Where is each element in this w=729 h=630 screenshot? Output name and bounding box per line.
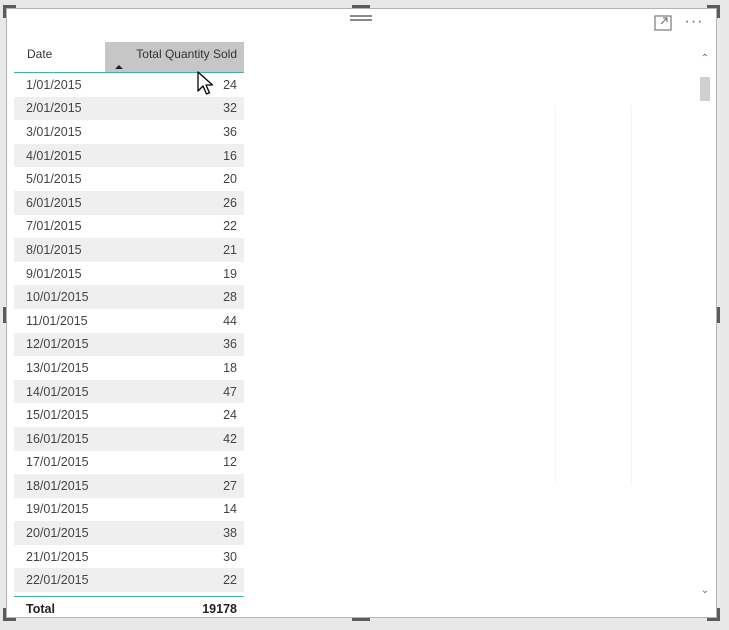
table-visual[interactable]: ··· Date Total Quantity Sold 1/01/2015 24… [3,5,720,621]
table-row[interactable]: 11/01/2015 44 [14,309,244,333]
scroll-down-icon[interactable]: ⌄ [698,585,712,597]
mouse-pointer-icon [197,71,215,97]
table-row[interactable]: 14/01/2015 47 [14,379,244,404]
column-header-date[interactable]: Date [14,42,105,72]
cell-date: 19/01/2015 [26,502,89,517]
cell-total-quantity-sold: 32 [223,101,237,116]
cell-date: 20/01/2015 [26,526,89,541]
cell-total-quantity-sold: 36 [223,124,237,139]
cell-date: 2/01/2015 [26,101,82,116]
cell-date: 9/01/2015 [26,266,82,281]
cell-total-quantity-sold: 20 [223,172,237,187]
cell-date: 16/01/2015 [26,431,89,446]
cell-total-quantity-sold: 36 [223,337,237,352]
sort-ascending-icon [115,65,123,69]
cell-date: 8/01/2015 [26,242,82,257]
vertical-scrollbar[interactable]: ⌃ ⌄ [698,53,712,597]
total-value: 19178 [202,602,237,617]
scroll-up-icon[interactable]: ⌃ [698,53,712,65]
cell-date: 4/01/2015 [26,148,82,163]
cell-date: 13/01/2015 [26,360,89,375]
resize-handle-top-left[interactable] [3,5,16,18]
scrollbar-thumb[interactable] [700,77,710,101]
cell-date: 11/01/2015 [26,313,88,328]
table-total-row: Total 19178 [14,596,244,621]
cell-date: 21/01/2015 [26,549,89,564]
cell-date: 14/01/2015 [26,384,89,399]
cell-total-quantity-sold: 22 [223,573,237,588]
table-row[interactable]: 4/01/2015 16 [14,143,244,168]
cell-date: 5/01/2015 [26,172,82,187]
more-options-icon[interactable]: ··· [682,13,706,31]
cell-total-quantity-sold: 28 [223,290,237,305]
cell-total-quantity-sold: 18 [223,360,237,375]
table-row[interactable]: 19/01/2015 14 [14,498,244,522]
drag-grip-icon[interactable] [350,15,372,25]
cell-total-quantity-sold: 24 [223,77,237,92]
cell-total-quantity-sold: 14 [223,502,237,517]
resize-handle-bottom-right[interactable] [707,608,720,621]
table-row[interactable]: 6/01/2015 26 [14,190,244,215]
cell-total-quantity-sold: 38 [223,526,237,541]
column-header-total-quantity-sold[interactable]: Total Quantity Sold [105,42,244,72]
cell-total-quantity-sold: 30 [223,549,237,564]
cell-date: 3/01/2015 [26,124,82,139]
table-row[interactable]: 17/01/2015 12 [14,451,244,475]
table-body: 1/01/2015 24 2/01/2015 32 3/01/2015 36 4/01/20… [14,73,244,593]
total-label: Total [26,602,55,617]
table-row[interactable]: 13/01/2015 18 [14,356,244,380]
cell-total-quantity-sold: 12 [223,455,237,470]
table-row[interactable]: 8/01/2015 21 [14,238,244,262]
table-row[interactable]: 2/01/2015 32 [14,96,244,121]
table-row[interactable]: 15/01/2015 24 [14,403,244,427]
table-row[interactable]: 20/01/2015 38 [14,521,244,545]
data-table: Date Total Quantity Sold 1/01/2015 24 2/01… [14,42,244,621]
table-row[interactable]: 3/01/2015 36 [14,120,244,144]
cell-date: 18/01/2015 [26,478,89,493]
cell-total-quantity-sold: 42 [223,431,237,446]
table-header: Date Total Quantity Sold [14,42,244,73]
divider [631,105,632,485]
table-row[interactable]: 12/01/2015 36 [14,332,244,357]
cell-date: 22/01/2015 [26,573,89,588]
cell-date: 17/01/2015 [26,455,89,470]
resize-handle-top-right[interactable] [707,5,720,18]
column-header-label: Total Quantity Sold [136,47,237,61]
cell-date: 12/01/2015 [26,337,89,352]
cell-date: 7/01/2015 [26,219,82,234]
cell-date: 15/01/2015 [26,408,89,423]
table-row[interactable]: 10/01/2015 28 [14,285,244,309]
resize-handle-top[interactable] [352,5,370,8]
resize-handle-right[interactable] [717,307,720,323]
table-row[interactable]: 22/01/2015 22 [14,568,244,593]
resize-handle-bottom[interactable] [352,618,370,621]
cell-total-quantity-sold: 44 [223,313,237,328]
divider [555,105,556,485]
cell-total-quantity-sold: 21 [223,242,237,257]
cell-total-quantity-sold: 27 [223,478,237,493]
cell-date: 1/01/2015 [26,77,82,92]
table-row[interactable]: 16/01/2015 42 [14,426,244,451]
cell-total-quantity-sold: 16 [223,148,237,163]
resize-handle-left[interactable] [3,307,6,323]
table-row[interactable]: 7/01/2015 22 [14,215,244,239]
cell-total-quantity-sold: 22 [223,219,237,234]
table-row[interactable]: 9/01/2015 19 [14,262,244,286]
table-row[interactable]: 5/01/2015 20 [14,167,244,191]
cell-total-quantity-sold: 26 [223,195,237,210]
cell-total-quantity-sold: 24 [223,408,237,423]
table-row[interactable]: 21/01/2015 30 [14,545,244,569]
focus-mode-icon[interactable] [654,15,672,31]
report-canvas: ··· Date Total Quantity Sold 1/01/2015 24… [0,0,729,630]
cell-total-quantity-sold: 19 [223,266,237,281]
cell-date: 10/01/2015 [26,290,89,305]
cell-total-quantity-sold: 47 [223,384,237,399]
cell-date: 6/01/2015 [26,195,82,210]
table-row[interactable]: 18/01/2015 27 [14,474,244,498]
